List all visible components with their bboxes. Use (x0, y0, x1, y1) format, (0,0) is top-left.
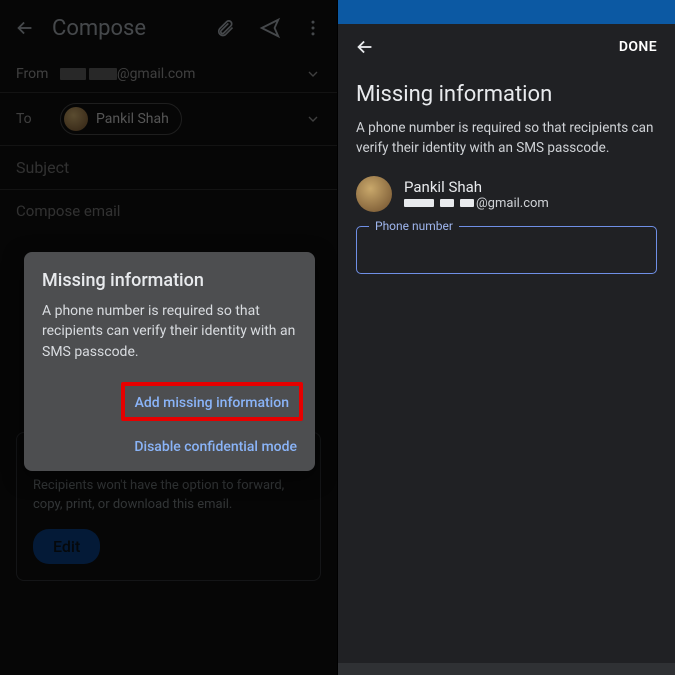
edit-button[interactable]: Edit (33, 529, 100, 564)
more-icon[interactable] (303, 18, 323, 38)
from-value: @gmail.com (60, 66, 305, 82)
send-icon[interactable] (259, 17, 281, 39)
to-value: Pankil Shah (60, 103, 305, 135)
add-missing-info-button[interactable]: Add missing information (135, 395, 289, 411)
compose-title: Compose (52, 16, 199, 41)
back-arrow-icon[interactable] (354, 36, 376, 58)
status-bar (338, 0, 675, 24)
missing-info-dialog: Missing information A phone number is re… (24, 252, 315, 471)
avatar (356, 176, 392, 212)
compose-screen: Compose From @gmail.com To (0, 0, 337, 675)
chip-name: Pankil Shah (96, 111, 169, 127)
recipient-row: Pankil Shah @gmail.com (356, 176, 657, 212)
dialog-title: Missing information (42, 270, 297, 291)
nav-bar (338, 663, 675, 675)
from-row[interactable]: From @gmail.com (0, 56, 337, 92)
highlight-annotation: Add missing information (121, 382, 303, 421)
page-description: A phone number is required so that recip… (356, 119, 657, 158)
subject-field[interactable]: Subject (0, 146, 337, 189)
done-button[interactable]: DONE (619, 39, 657, 55)
compose-header: Compose (0, 0, 337, 56)
missing-info-screen: DONE Missing information A phone number … (338, 0, 675, 675)
back-arrow-icon[interactable] (14, 17, 36, 39)
phone-number-input[interactable]: Phone number (356, 226, 657, 274)
confidential-body: Recipients won't have the option to forw… (33, 477, 304, 515)
attach-icon[interactable] (215, 18, 235, 38)
dialog-body: A phone number is required so that recip… (42, 301, 297, 362)
page-title: Missing information (356, 82, 657, 107)
to-row[interactable]: To Pankil Shah (0, 93, 337, 145)
recipient-chip[interactable]: Pankil Shah (60, 103, 182, 135)
chevron-down-icon (305, 111, 321, 127)
body-field[interactable]: Compose email (0, 190, 337, 232)
phone-label: Phone number (369, 219, 459, 233)
chevron-down-icon (305, 66, 321, 82)
disable-confidential-button[interactable]: Disable confidential mode (134, 439, 297, 455)
recipient-email: @gmail.com (404, 196, 549, 211)
avatar (64, 107, 88, 131)
recipient-name: Pankil Shah (404, 178, 549, 196)
right-header: DONE (338, 24, 675, 68)
from-label: From (16, 66, 60, 82)
to-label: To (16, 111, 60, 127)
